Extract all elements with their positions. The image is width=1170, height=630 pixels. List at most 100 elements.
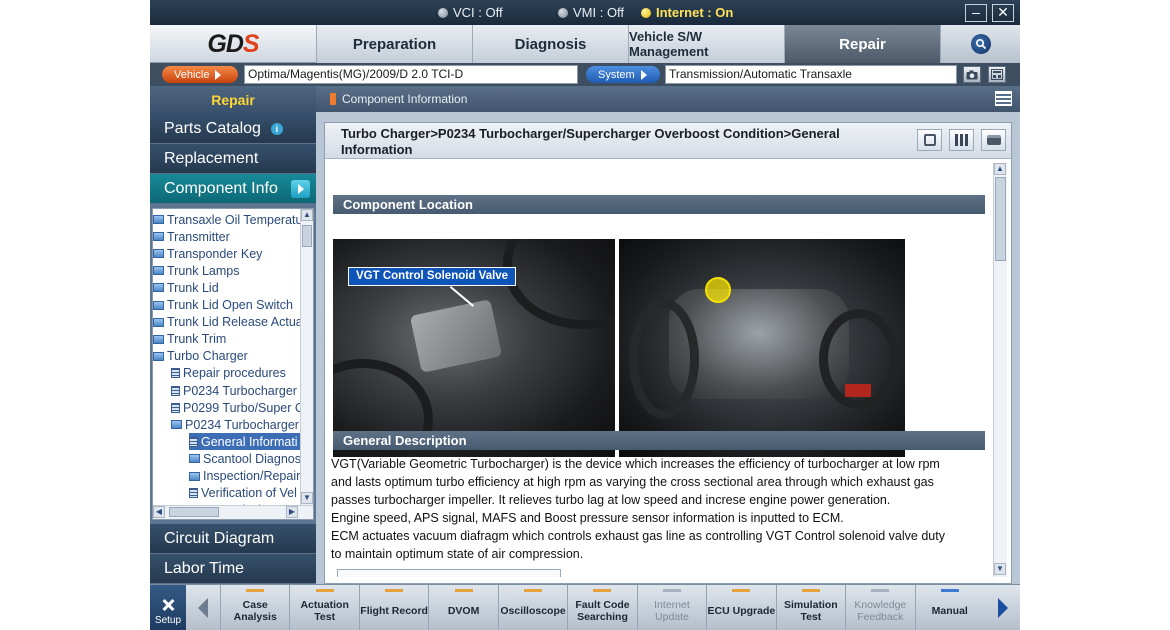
- network-button[interactable]: [949, 129, 974, 151]
- tools-icon: [161, 598, 175, 612]
- tree-scroll-thumb[interactable]: [302, 225, 312, 247]
- toolbar-next-button[interactable]: [988, 585, 1018, 630]
- scroll-down-icon[interactable]: ▼: [301, 492, 313, 504]
- sidebar-item-parts-catalog[interactable]: Parts Catalog i: [150, 114, 316, 144]
- tree-item[interactable]: Transmitter: [153, 228, 300, 245]
- tab-repair[interactable]: Repair: [784, 25, 940, 63]
- vehicle-field[interactable]: Optima/Magentis(MG)/2009/D 2.0 TCI-D: [244, 65, 578, 84]
- vci-status: VCI : Off: [438, 5, 503, 20]
- tree-item-label: Transponder Key: [167, 246, 263, 261]
- folder-icon: [153, 317, 164, 327]
- settings-button[interactable]: [917, 129, 942, 151]
- tab-diagnosis[interactable]: Diagnosis: [472, 25, 628, 63]
- tree-item-label: P0234 Turbocharger: [183, 383, 297, 398]
- indicator-strip: [454, 589, 473, 592]
- scroll-left-icon[interactable]: ◀: [153, 506, 165, 518]
- sidebar-item-component-info[interactable]: Component Info: [150, 174, 316, 204]
- document-icon: [171, 385, 180, 396]
- sidebar-item-circuit-diagram[interactable]: Circuit Diagram: [150, 524, 316, 554]
- arrow-right-icon: [998, 598, 1008, 618]
- tree-item[interactable]: P0234 Turbocharger: [171, 416, 300, 433]
- folder-icon: [153, 283, 164, 293]
- indicator-strip: [385, 589, 404, 592]
- tree-item[interactable]: Transponder Key: [153, 245, 300, 262]
- simulation-test-button[interactable]: Simulation Test: [775, 585, 845, 630]
- ecu-upgrade-button[interactable]: ECU Upgrade: [706, 585, 775, 630]
- tree-item[interactable]: Trunk Lid Release Actua: [153, 314, 303, 331]
- setup-button[interactable]: Setup: [150, 585, 186, 630]
- settings-icon: [923, 134, 936, 146]
- tab-preparation[interactable]: Preparation: [316, 25, 472, 63]
- dvom-button[interactable]: DVOM: [428, 585, 497, 630]
- internet-indicator-icon: [641, 7, 651, 18]
- tree-item[interactable]: Trunk Trim: [153, 331, 300, 348]
- tree-item[interactable]: Trunk Lid Open Switch: [153, 297, 300, 314]
- folder-icon: [189, 454, 200, 464]
- tree-item[interactable]: Trunk Lamps: [153, 262, 300, 279]
- scroll-right-icon[interactable]: ▶: [286, 506, 298, 518]
- content-vertical-scrollbar[interactable]: ▲ ▼: [993, 163, 1007, 577]
- manual-button[interactable]: Manual: [914, 585, 984, 630]
- breadcrumb: Turbo Charger>P0234 Turbocharger/Superch…: [341, 126, 840, 157]
- tree-horizontal-scrollbar[interactable]: ◀ ▶: [153, 505, 313, 519]
- tree-item-label: General Informati: [201, 434, 298, 449]
- internet-status: Internet : On: [641, 5, 733, 20]
- indicator-strip: [732, 589, 751, 592]
- folder-icon: [153, 266, 164, 276]
- system-select-button[interactable]: System: [586, 66, 660, 83]
- indicator-strip: [871, 589, 890, 592]
- content-scroll-thumb[interactable]: [995, 177, 1006, 261]
- flight-record-button[interactable]: Flight Record: [358, 585, 428, 630]
- button-label: Case Analysis: [233, 599, 277, 623]
- sidebar-item-replacement[interactable]: Replacement: [150, 144, 316, 174]
- tree-item[interactable]: General Informati: [189, 433, 300, 451]
- tab-vehicle-sw-management[interactable]: Vehicle S/W Management: [628, 25, 784, 63]
- actuation-test-button[interactable]: Actuation Test: [289, 585, 358, 630]
- scroll-up-icon[interactable]: ▲: [301, 209, 313, 221]
- tree-hscroll-thumb[interactable]: [169, 507, 219, 517]
- content-panel: Turbo Charger>P0234 Turbocharger/Superch…: [324, 122, 1012, 584]
- tree-vertical-scrollbar[interactable]: ▲ ▼: [300, 209, 313, 505]
- camera-icon[interactable]: [963, 66, 981, 83]
- layout-icon[interactable]: [988, 66, 1006, 83]
- print-icon: [986, 135, 1001, 145]
- sidebar-header: Repair: [150, 86, 316, 114]
- tree-item[interactable]: Trunk Lid: [153, 279, 300, 296]
- tree-item[interactable]: Verification of Vel: [189, 485, 300, 502]
- tree-item[interactable]: Scantool Diagnos: [189, 450, 301, 467]
- indicator-strip: [801, 589, 820, 592]
- callout-pointer: [449, 286, 474, 307]
- tree-item[interactable]: P0234 Turbocharger: [171, 382, 300, 399]
- panel-menu-icon[interactable]: [995, 91, 1012, 106]
- internet-update-button[interactable]: Internet Update: [636, 585, 706, 630]
- knowledge-feedback-button[interactable]: Knowledge Feedback: [845, 585, 914, 630]
- fault-code-searching-button[interactable]: Fault Code Searching: [567, 585, 636, 630]
- print-button[interactable]: [981, 129, 1006, 151]
- tree-item-label: Turbo Charger: [167, 349, 248, 364]
- vehicle-select-button[interactable]: Vehicle: [162, 66, 238, 83]
- scroll-up-icon[interactable]: ▲: [994, 163, 1006, 175]
- button-label: Oscilloscope: [500, 605, 566, 617]
- case-analysis-button[interactable]: Case Analysis: [220, 585, 289, 630]
- tree-item[interactable]: Inspection/Repair: [189, 468, 300, 485]
- close-button[interactable]: ✕: [992, 4, 1014, 22]
- toolbar-prev-button[interactable]: [188, 585, 218, 630]
- arrow-right-icon: [640, 69, 647, 80]
- document-icon: [171, 402, 180, 413]
- arrow-right-icon: [291, 180, 310, 198]
- folder-open-icon: [153, 351, 164, 361]
- tree-item[interactable]: Turbo Charger: [153, 348, 300, 365]
- sidebar-item-labor-time[interactable]: Labor Time: [150, 554, 316, 584]
- folder-icon: [153, 232, 164, 242]
- tree-item-label: Trunk Trim: [167, 332, 227, 347]
- system-field[interactable]: Transmission/Automatic Transaxle: [665, 65, 957, 84]
- minimize-button[interactable]: –: [965, 4, 987, 22]
- component-tree[interactable]: Transaxle Oil Temperatu Transmitter Transp…: [152, 208, 314, 520]
- oscilloscope-button[interactable]: Oscilloscope: [497, 585, 567, 630]
- scroll-down-icon[interactable]: ▼: [994, 563, 1006, 575]
- search-button[interactable]: [940, 25, 1020, 63]
- tree-item[interactable]: Transaxle Oil Temperatu: [153, 211, 302, 228]
- arrow-right-icon: [215, 69, 222, 80]
- tree-item[interactable]: P0299 Turbo/Super C: [171, 399, 304, 416]
- tree-item[interactable]: Repair procedures: [171, 365, 300, 382]
